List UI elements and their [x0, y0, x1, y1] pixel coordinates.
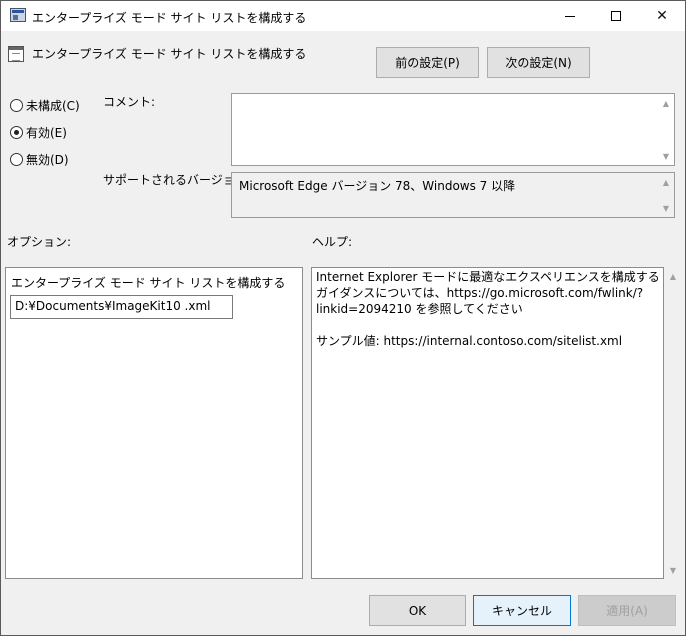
- radio-disabled[interactable]: 無効(D): [10, 151, 69, 168]
- site-list-field-label: エンタープライズ モード サイト リストを構成する: [11, 276, 286, 290]
- comment-label: コメント:: [103, 95, 156, 109]
- close-button[interactable]: ✕: [639, 1, 685, 31]
- site-list-input[interactable]: D:¥Documents¥ImageKit10 .xml: [10, 295, 233, 319]
- comment-textarea[interactable]: ▲ ▼: [231, 93, 675, 166]
- radio-circle[interactable]: [10, 153, 23, 166]
- previous-setting-button[interactable]: 前の設定(P): [376, 47, 479, 78]
- supported-on-box: Microsoft Edge バージョン 78、Windows 7 以降 ▲ ▼: [231, 172, 675, 218]
- options-panel: エンタープライズ モード サイト リストを構成する D:¥Documents¥I…: [5, 267, 303, 579]
- close-icon: ✕: [656, 8, 668, 24]
- maximize-icon: [611, 11, 621, 21]
- radio-circle[interactable]: [10, 99, 23, 112]
- scroll-down-icon[interactable]: ▼: [665, 563, 681, 577]
- supported-on-label: サポートされるバージョン:: [103, 173, 251, 187]
- supported-on-value: Microsoft Edge バージョン 78、Windows 7 以降: [239, 179, 516, 193]
- help-scrollbar[interactable]: ▲ ▼: [665, 267, 681, 579]
- help-text: Internet Explorer モードに最適なエクスペリエンスを構成するガイ…: [316, 269, 664, 349]
- minimize-button[interactable]: [547, 1, 593, 31]
- ok-button[interactable]: OK: [369, 595, 466, 626]
- help-paragraph: サンプル値: https://internal.contoso.com/site…: [316, 334, 623, 348]
- radio-not-configured[interactable]: 未構成(C): [10, 97, 80, 114]
- radio-label: 無効(D): [26, 153, 69, 167]
- help-panel: Internet Explorer モードに最適なエクスペリエンスを構成するガイ…: [311, 267, 664, 579]
- options-label: オプション:: [7, 235, 72, 249]
- scroll-up-icon[interactable]: ▲: [658, 175, 674, 189]
- scroll-up-icon[interactable]: ▲: [665, 269, 681, 283]
- next-setting-button[interactable]: 次の設定(N): [487, 47, 590, 78]
- setting-icon: [8, 46, 24, 62]
- scroll-down-icon[interactable]: ▼: [658, 201, 674, 215]
- setting-title: エンタープライズ モード サイト リストを構成する: [32, 47, 307, 61]
- policy-dialog: エンタープライズ モード サイト リストを構成する ✕ エンタープライズ モード…: [0, 0, 686, 636]
- policy-editor-icon: [10, 8, 26, 22]
- help-paragraph: Internet Explorer モードに最適なエクスペリエンスを構成するガイ…: [316, 270, 660, 316]
- scroll-down-icon[interactable]: ▼: [658, 149, 674, 163]
- scroll-up-icon[interactable]: ▲: [658, 96, 674, 110]
- radio-circle[interactable]: [10, 126, 23, 139]
- window-title: エンタープライズ モード サイト リストを構成する: [32, 11, 307, 25]
- apply-button[interactable]: 適用(A): [578, 595, 676, 626]
- radio-enabled[interactable]: 有効(E): [10, 124, 67, 141]
- title-bar: エンタープライズ モード サイト リストを構成する ✕: [1, 1, 685, 31]
- minimize-icon: [565, 15, 575, 17]
- radio-label: 未構成(C): [26, 99, 80, 113]
- cancel-button[interactable]: キャンセル: [473, 595, 571, 626]
- radio-label: 有効(E): [26, 126, 67, 140]
- maximize-button[interactable]: [593, 1, 639, 31]
- comment-scrollbar[interactable]: ▲ ▼: [658, 94, 674, 165]
- help-label: ヘルプ:: [312, 235, 353, 249]
- supported-scrollbar[interactable]: ▲ ▼: [658, 173, 674, 217]
